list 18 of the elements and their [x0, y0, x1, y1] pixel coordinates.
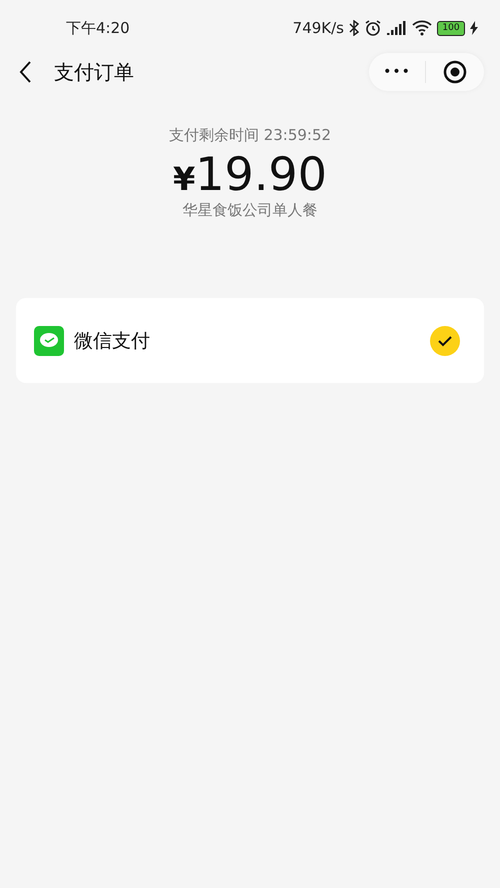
page-title: 支付订单: [54, 58, 135, 86]
bluetooth-icon: [349, 20, 359, 36]
battery-level: 100: [437, 20, 465, 36]
payment-option[interactable]: 微信支付: [16, 298, 484, 383]
merchant-name: 华星食饭公司单人餐: [182, 201, 318, 220]
signal-icon: [387, 21, 407, 35]
countdown-text: 支付剩余时间 23:59:52: [168, 126, 332, 145]
checkmark-icon[interactable]: [430, 326, 460, 356]
status-time: 下午4:20: [66, 18, 130, 38]
charging-icon: [470, 21, 478, 35]
payment-amount: ¥19.90: [173, 147, 327, 201]
network-speed: 749K/s: [292, 19, 344, 37]
wifi-icon: [412, 20, 432, 36]
payment-label: 微信支付: [74, 328, 151, 354]
more-button[interactable]: •••: [369, 64, 425, 80]
target-icon: [443, 60, 467, 84]
chat-bubble-icon: [34, 326, 64, 356]
alarm-icon: [364, 19, 382, 37]
